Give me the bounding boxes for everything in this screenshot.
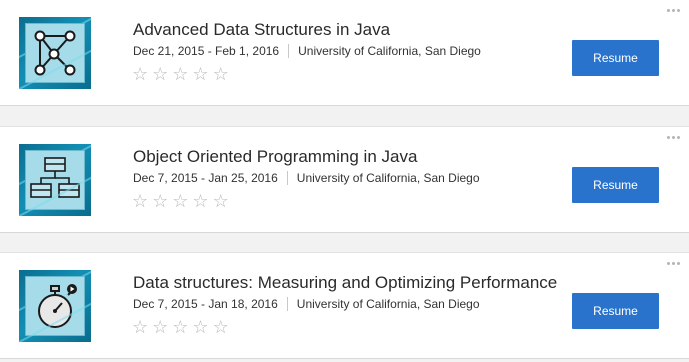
course-meta: Dec 7, 2015 - Jan 18, 2016 University of… xyxy=(133,297,480,311)
stopwatch-icon xyxy=(25,276,85,336)
star-icon[interactable]: ☆ xyxy=(192,193,208,211)
star-icon[interactable]: ☆ xyxy=(172,193,188,211)
course-institution: University of California, San Diego xyxy=(298,44,481,58)
star-icon[interactable]: ☆ xyxy=(172,319,188,337)
course-card: Advanced Data Structures in Java Dec 21,… xyxy=(0,0,689,106)
star-icon[interactable]: ☆ xyxy=(152,193,168,211)
star-icon[interactable]: ☆ xyxy=(132,66,148,84)
resume-button[interactable]: Resume xyxy=(572,40,659,76)
course-dates: Dec 21, 2015 - Feb 1, 2016 xyxy=(133,44,280,58)
course-meta: Dec 21, 2015 - Feb 1, 2016 University of… xyxy=(133,44,481,58)
rating-stars: ☆ ☆ ☆ ☆ ☆ xyxy=(132,193,229,211)
course-thumbnail[interactable] xyxy=(19,144,91,216)
star-icon[interactable]: ☆ xyxy=(213,193,229,211)
star-icon[interactable]: ☆ xyxy=(132,193,148,211)
course-dates: Dec 7, 2015 - Jan 25, 2016 xyxy=(133,171,278,185)
more-dots-icon[interactable] xyxy=(667,262,681,268)
divider xyxy=(286,171,288,185)
graph-network-icon xyxy=(25,23,85,83)
resume-button[interactable]: Resume xyxy=(572,293,659,329)
course-institution: University of California, San Diego xyxy=(296,297,480,311)
course-dates: Dec 7, 2015 - Jan 18, 2016 xyxy=(133,297,278,311)
course-meta: Dec 7, 2015 - Jan 25, 2016 University of… xyxy=(133,171,480,185)
rating-stars: ☆ ☆ ☆ ☆ ☆ xyxy=(132,319,229,337)
course-title[interactable]: Advanced Data Structures in Java xyxy=(133,20,390,40)
star-icon[interactable]: ☆ xyxy=(152,319,168,337)
star-icon[interactable]: ☆ xyxy=(192,66,208,84)
divider xyxy=(286,297,288,311)
star-icon[interactable]: ☆ xyxy=(132,319,148,337)
star-icon[interactable]: ☆ xyxy=(172,66,188,84)
star-icon[interactable]: ☆ xyxy=(152,66,168,84)
course-title[interactable]: Data structures: Measuring and Optimizin… xyxy=(133,273,557,293)
star-icon[interactable]: ☆ xyxy=(192,319,208,337)
course-thumbnail[interactable] xyxy=(19,17,91,89)
star-icon[interactable]: ☆ xyxy=(213,66,229,84)
class-diagram-icon xyxy=(25,150,85,210)
course-institution: University of California, San Diego xyxy=(296,171,480,185)
course-card: Data structures: Measuring and Optimizin… xyxy=(0,252,689,359)
course-thumbnail[interactable] xyxy=(19,270,91,342)
divider xyxy=(288,44,290,58)
star-icon[interactable]: ☆ xyxy=(213,319,229,337)
course-title[interactable]: Object Oriented Programming in Java xyxy=(133,147,417,167)
course-card: Object Oriented Programming in Java Dec … xyxy=(0,126,689,233)
rating-stars: ☆ ☆ ☆ ☆ ☆ xyxy=(132,66,229,84)
more-dots-icon[interactable] xyxy=(667,136,681,142)
more-dots-icon[interactable] xyxy=(667,9,681,15)
resume-button[interactable]: Resume xyxy=(572,167,659,203)
